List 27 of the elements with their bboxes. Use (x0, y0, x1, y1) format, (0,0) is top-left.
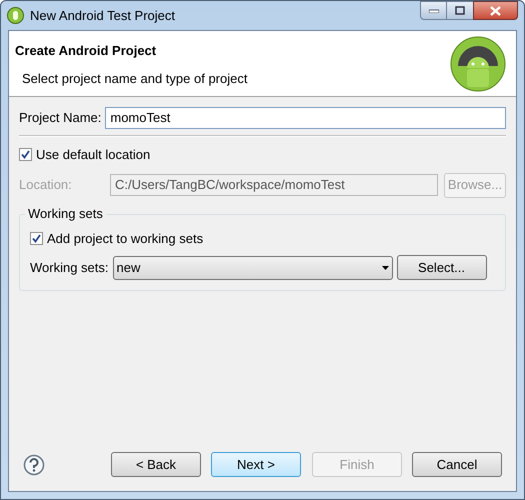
close-button[interactable] (473, 1, 518, 20)
checkbox[interactable] (30, 232, 43, 245)
project-name-field[interactable]: momoTest (105, 107, 506, 129)
page-subtitle: Select project name and type of project (22, 70, 248, 88)
checkbox[interactable] (19, 148, 32, 162)
help-icon[interactable] (23, 454, 45, 476)
checkbox-label: Use default location (36, 146, 150, 164)
wizard-button[interactable]: Next > (211, 452, 301, 477)
minimize-button[interactable] (420, 1, 447, 20)
maximize-button[interactable] (447, 1, 473, 20)
maximize-icon (455, 6, 465, 15)
location-label: Location: (19, 176, 73, 194)
checkbox-label: Add project to working sets (47, 230, 204, 248)
working-sets-label: Working sets: (30, 258, 109, 277)
android-app-icon (7, 7, 24, 24)
android-logo-icon (450, 36, 506, 92)
working-sets-dropdown[interactable]: new (112, 256, 393, 280)
select-button[interactable]: Select... (396, 255, 487, 280)
dropdown-arrow-icon (382, 266, 389, 270)
project-name-label: Project Name: (19, 109, 102, 128)
minimize-icon (428, 8, 438, 12)
group-title: Working sets (25, 206, 106, 222)
close-icon (490, 6, 501, 16)
page-title: Create Android Project (15, 42, 158, 60)
wizard-button[interactable]: Cancel (412, 452, 502, 477)
window-title: New Android Test Project (30, 6, 175, 25)
wizard-button[interactable]: < Back (111, 452, 201, 477)
